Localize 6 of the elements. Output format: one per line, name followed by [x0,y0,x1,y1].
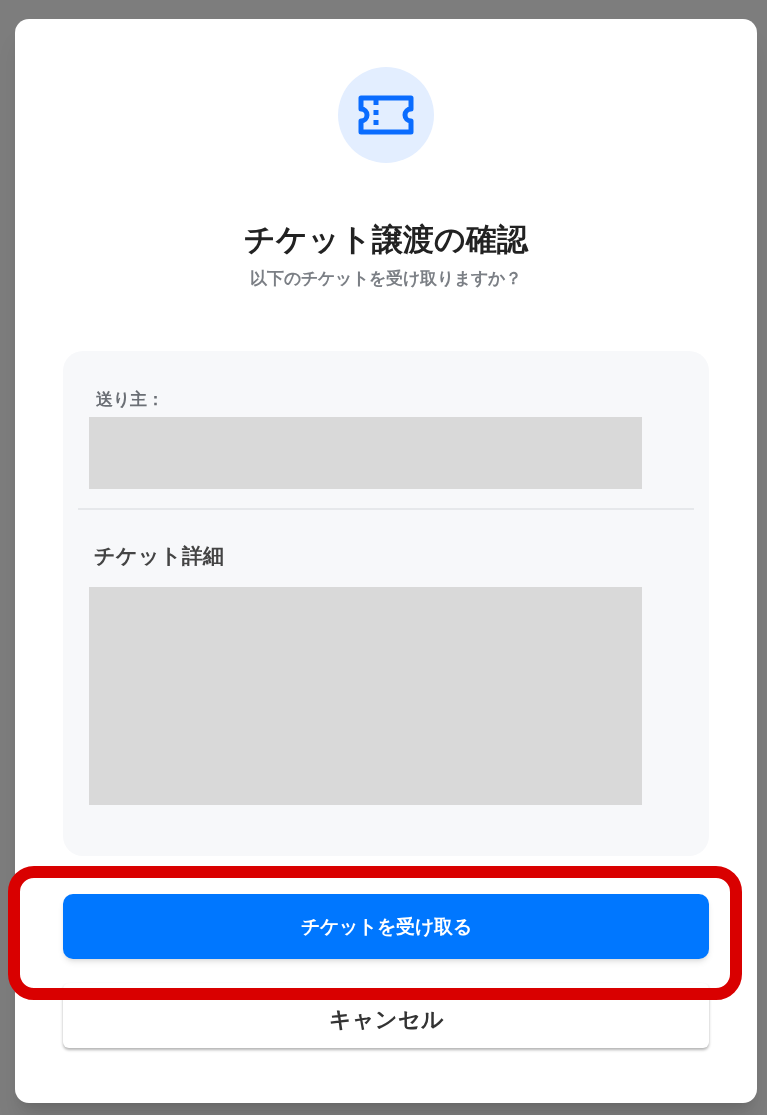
accept-button[interactable]: チケットを受け取る [63,894,709,960]
sender-label: 送り主： [95,389,165,412]
dialog-title: チケット譲渡の確認 [244,221,528,259]
ticket-icon [357,94,415,136]
dialog-subtitle: 以下のチケットを受け取りますか？ [250,267,522,290]
details-heading: チケット詳細 [93,542,225,569]
